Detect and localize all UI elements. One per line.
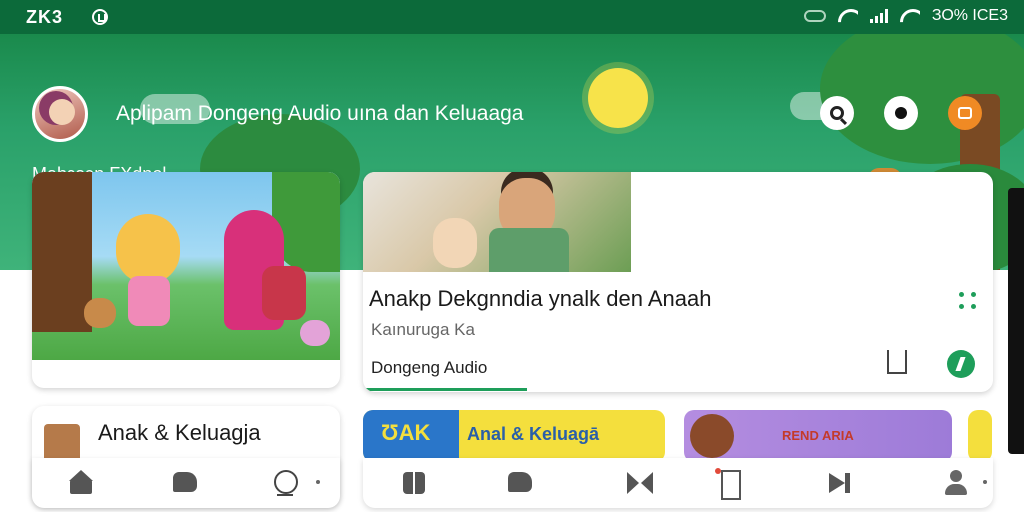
story-title: Anakp Dekgnndia ynalk den Anaah — [369, 286, 712, 311]
door-icon[interactable] — [715, 468, 741, 500]
story-subtitle: Kaınuruga Ka — [371, 320, 475, 339]
vibrate-icon — [803, 10, 826, 22]
book-icon[interactable] — [401, 470, 427, 496]
library-icon[interactable] — [887, 350, 907, 374]
story-card-illustration[interactable] — [32, 172, 340, 388]
category-title: Anak & Keluagja — [98, 420, 261, 445]
signal-icon — [869, 9, 888, 23]
story-photo — [363, 172, 631, 272]
bottom-nav-left — [32, 458, 340, 508]
app-notification-icon — [92, 9, 108, 25]
status-icons: ЗО% ICE3 — [803, 7, 1008, 25]
tree-trunk — [32, 172, 92, 332]
more-dot — [316, 480, 320, 484]
wifi-icon-secondary — [900, 9, 920, 23]
play-button[interactable] — [947, 350, 975, 378]
person-icon[interactable] — [943, 470, 969, 496]
notification-button[interactable] — [948, 96, 982, 130]
banner-tag: ƱAK — [363, 410, 459, 462]
featured-story-card[interactable]: Anakp Dekgnndia ynalk den Anaah Kaınurug… — [363, 172, 993, 392]
puppy-character — [84, 298, 116, 328]
profile-icon[interactable] — [272, 470, 298, 496]
chat-icon — [895, 107, 907, 119]
avatar[interactable] — [32, 86, 88, 142]
search-button[interactable] — [820, 96, 854, 130]
home-icon[interactable] — [68, 470, 94, 496]
story-label: Dongeng Audio — [371, 358, 488, 377]
chat-icon[interactable] — [507, 470, 533, 496]
child-shirt — [489, 228, 569, 272]
banner-text: Anal & Keluagā — [467, 424, 600, 444]
pig-character — [300, 320, 330, 346]
story-progress-bar — [363, 388, 527, 391]
banner-partial[interactable] — [968, 410, 992, 462]
bowtie-icon[interactable] — [627, 470, 653, 496]
girl-character — [116, 214, 180, 284]
scroll-handle[interactable] — [1008, 188, 1024, 454]
boy-character — [262, 266, 306, 320]
banner-text: REND ARIA — [782, 428, 854, 443]
chat-button[interactable] — [884, 96, 918, 130]
banner-character — [690, 414, 734, 458]
next-icon[interactable] — [827, 470, 853, 496]
status-bar: ZK3 ЗО% ICE3 — [0, 0, 1024, 34]
banner-family[interactable]: ƱAK Anal & Keluagā — [363, 410, 665, 462]
more-dot — [983, 480, 987, 484]
wifi-icon — [838, 9, 858, 23]
app-title: Aplipam Dongeng Audio uına dan Keluaaga — [116, 102, 524, 125]
girl-dress — [128, 276, 170, 326]
child-figure — [433, 218, 477, 268]
banner-stories[interactable]: REND ARIA — [684, 410, 952, 462]
sun-illustration — [588, 68, 648, 128]
battery-text: ЗО% ICE3 — [931, 7, 1008, 24]
story-illustration — [32, 172, 340, 360]
status-brand: ZK3 — [26, 7, 64, 27]
bottom-nav-right — [363, 458, 993, 508]
notification-icon — [958, 107, 972, 119]
search-icon — [830, 106, 844, 120]
chat-icon[interactable] — [172, 470, 198, 496]
more-options-icon[interactable] — [959, 292, 977, 310]
